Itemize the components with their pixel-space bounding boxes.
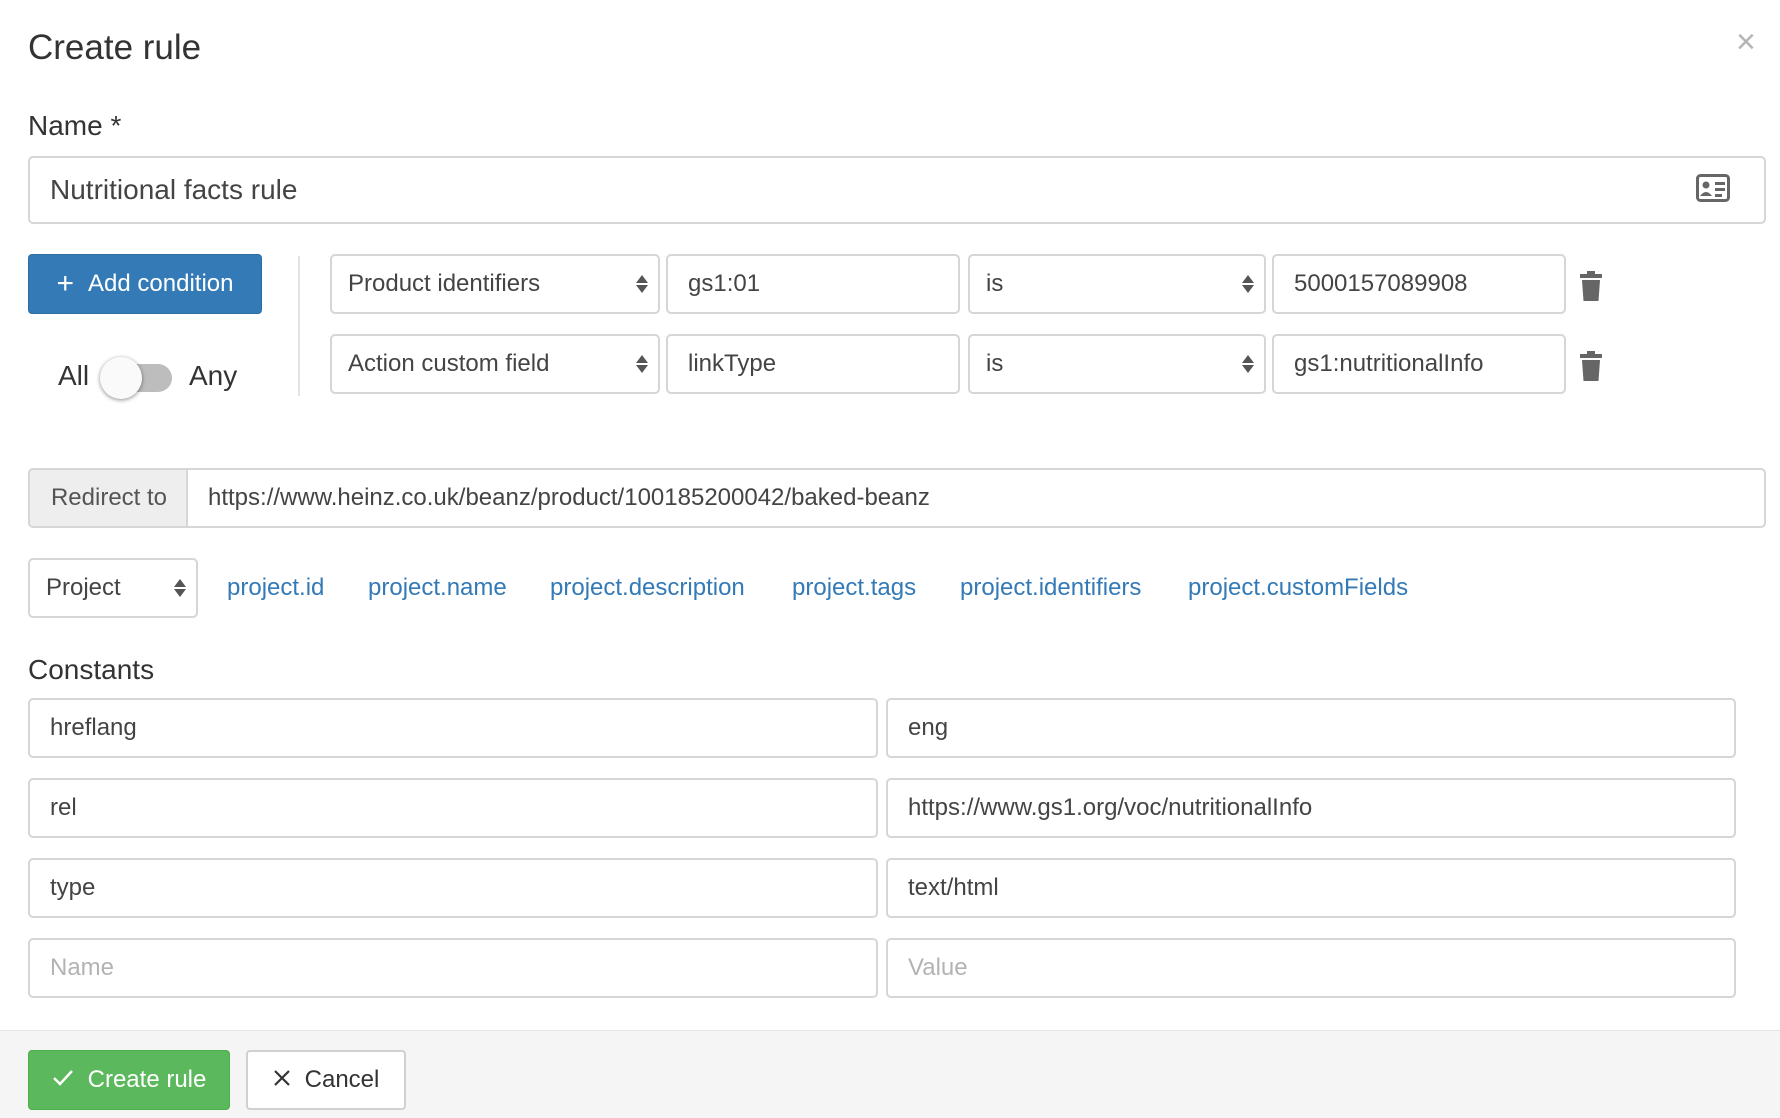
- select-arrows-icon: [174, 579, 186, 597]
- name-label: Name *: [28, 110, 122, 141]
- cancel-button[interactable]: Cancel: [246, 1050, 406, 1110]
- variable-scope-value: Project: [46, 574, 121, 601]
- variable-link-project-identifiers[interactable]: project.identifiers: [960, 574, 1141, 602]
- new-constant-value-input[interactable]: Value: [886, 938, 1736, 998]
- close-x-icon: [273, 1066, 291, 1094]
- select-arrows-icon: [636, 275, 648, 293]
- variable-link-project-customfields[interactable]: project.customFields: [1188, 574, 1408, 602]
- match-toggle-knob[interactable]: [100, 357, 142, 399]
- cancel-label: Cancel: [304, 1066, 380, 1093]
- constant-value-input[interactable]: text/html: [886, 858, 1736, 918]
- create-rule-button[interactable]: Create rule: [28, 1050, 230, 1110]
- trash-icon[interactable]: [1580, 271, 1602, 306]
- condition-field-value: Action custom field: [348, 350, 550, 377]
- variable-scope-select[interactable]: Project: [28, 558, 198, 618]
- condition-key-input[interactable]: gs1:01: [666, 254, 960, 314]
- close-icon[interactable]: ×: [1736, 22, 1756, 62]
- redirect-url-input[interactable]: https://www.heinz.co.uk/beanz/product/10…: [186, 468, 1766, 528]
- dialog-title: Create rule: [28, 28, 202, 67]
- new-constant-name-input[interactable]: Name: [28, 938, 878, 998]
- new-constant-name-placeholder: Name: [50, 954, 115, 981]
- name-input-value: Nutritional facts rule: [50, 174, 298, 205]
- plus-icon: +: [56, 267, 75, 300]
- constant-name-input[interactable]: hreflang: [28, 698, 878, 758]
- contact-card-icon: [1696, 174, 1730, 204]
- constant-name-value: type: [50, 874, 96, 901]
- constant-name-value: rel: [50, 794, 77, 821]
- name-input[interactable]: Nutritional facts rule: [28, 156, 1766, 224]
- condition-operator-select[interactable]: is: [968, 254, 1266, 314]
- redirect-url-value: https://www.heinz.co.uk/beanz/product/10…: [208, 484, 930, 511]
- match-any-label: Any: [189, 360, 238, 391]
- constant-name-input[interactable]: type: [28, 858, 878, 918]
- variable-link-project-id[interactable]: project.id: [227, 574, 324, 602]
- trash-icon[interactable]: [1580, 351, 1602, 386]
- condition-field-select[interactable]: Product identifiers: [330, 254, 660, 314]
- condition-field-value: Product identifiers: [348, 270, 541, 297]
- select-arrows-icon: [636, 355, 648, 373]
- constant-name-value: hreflang: [50, 714, 137, 741]
- match-all-label: All: [58, 360, 90, 391]
- variable-link-project-name[interactable]: project.name: [368, 574, 507, 602]
- constant-value-input[interactable]: https://www.gs1.org/voc/nutritionalInfo: [886, 778, 1736, 838]
- condition-value-text: 5000157089908: [1294, 270, 1468, 297]
- variable-link-project-tags[interactable]: project.tags: [792, 574, 916, 602]
- condition-field-select[interactable]: Action custom field: [330, 334, 660, 394]
- condition-operator-value: is: [986, 270, 1004, 297]
- constants-heading: Constants: [28, 654, 155, 685]
- select-arrows-icon: [1242, 275, 1254, 293]
- condition-key-value: linkType: [688, 350, 777, 377]
- constant-value-input[interactable]: eng: [886, 698, 1736, 758]
- constant-value-text: text/html: [908, 874, 999, 901]
- redirect-addon: Redirect to: [28, 468, 188, 528]
- constant-name-input[interactable]: rel: [28, 778, 878, 838]
- condition-value-input[interactable]: 5000157089908: [1272, 254, 1566, 314]
- condition-key-input[interactable]: linkType: [666, 334, 960, 394]
- add-condition-button[interactable]: + Add condition: [28, 254, 262, 314]
- condition-operator-value: is: [986, 350, 1004, 377]
- condition-key-value: gs1:01: [688, 270, 761, 297]
- variable-link-project-description[interactable]: project.description: [550, 574, 745, 602]
- add-condition-label: Add condition: [88, 270, 234, 297]
- condition-operator-select[interactable]: is: [968, 334, 1266, 394]
- check-icon: [52, 1066, 74, 1094]
- constant-value-text: https://www.gs1.org/voc/nutritionalInfo: [908, 794, 1313, 821]
- create-rule-label: Create rule: [87, 1066, 207, 1093]
- condition-value-input[interactable]: gs1:nutritionalInfo: [1272, 334, 1566, 394]
- condition-value-text: gs1:nutritionalInfo: [1294, 350, 1484, 377]
- select-arrows-icon: [1242, 355, 1254, 373]
- constant-value-text: eng: [908, 714, 949, 741]
- conditions-divider: [298, 256, 300, 396]
- new-constant-value-placeholder: Value: [908, 954, 968, 981]
